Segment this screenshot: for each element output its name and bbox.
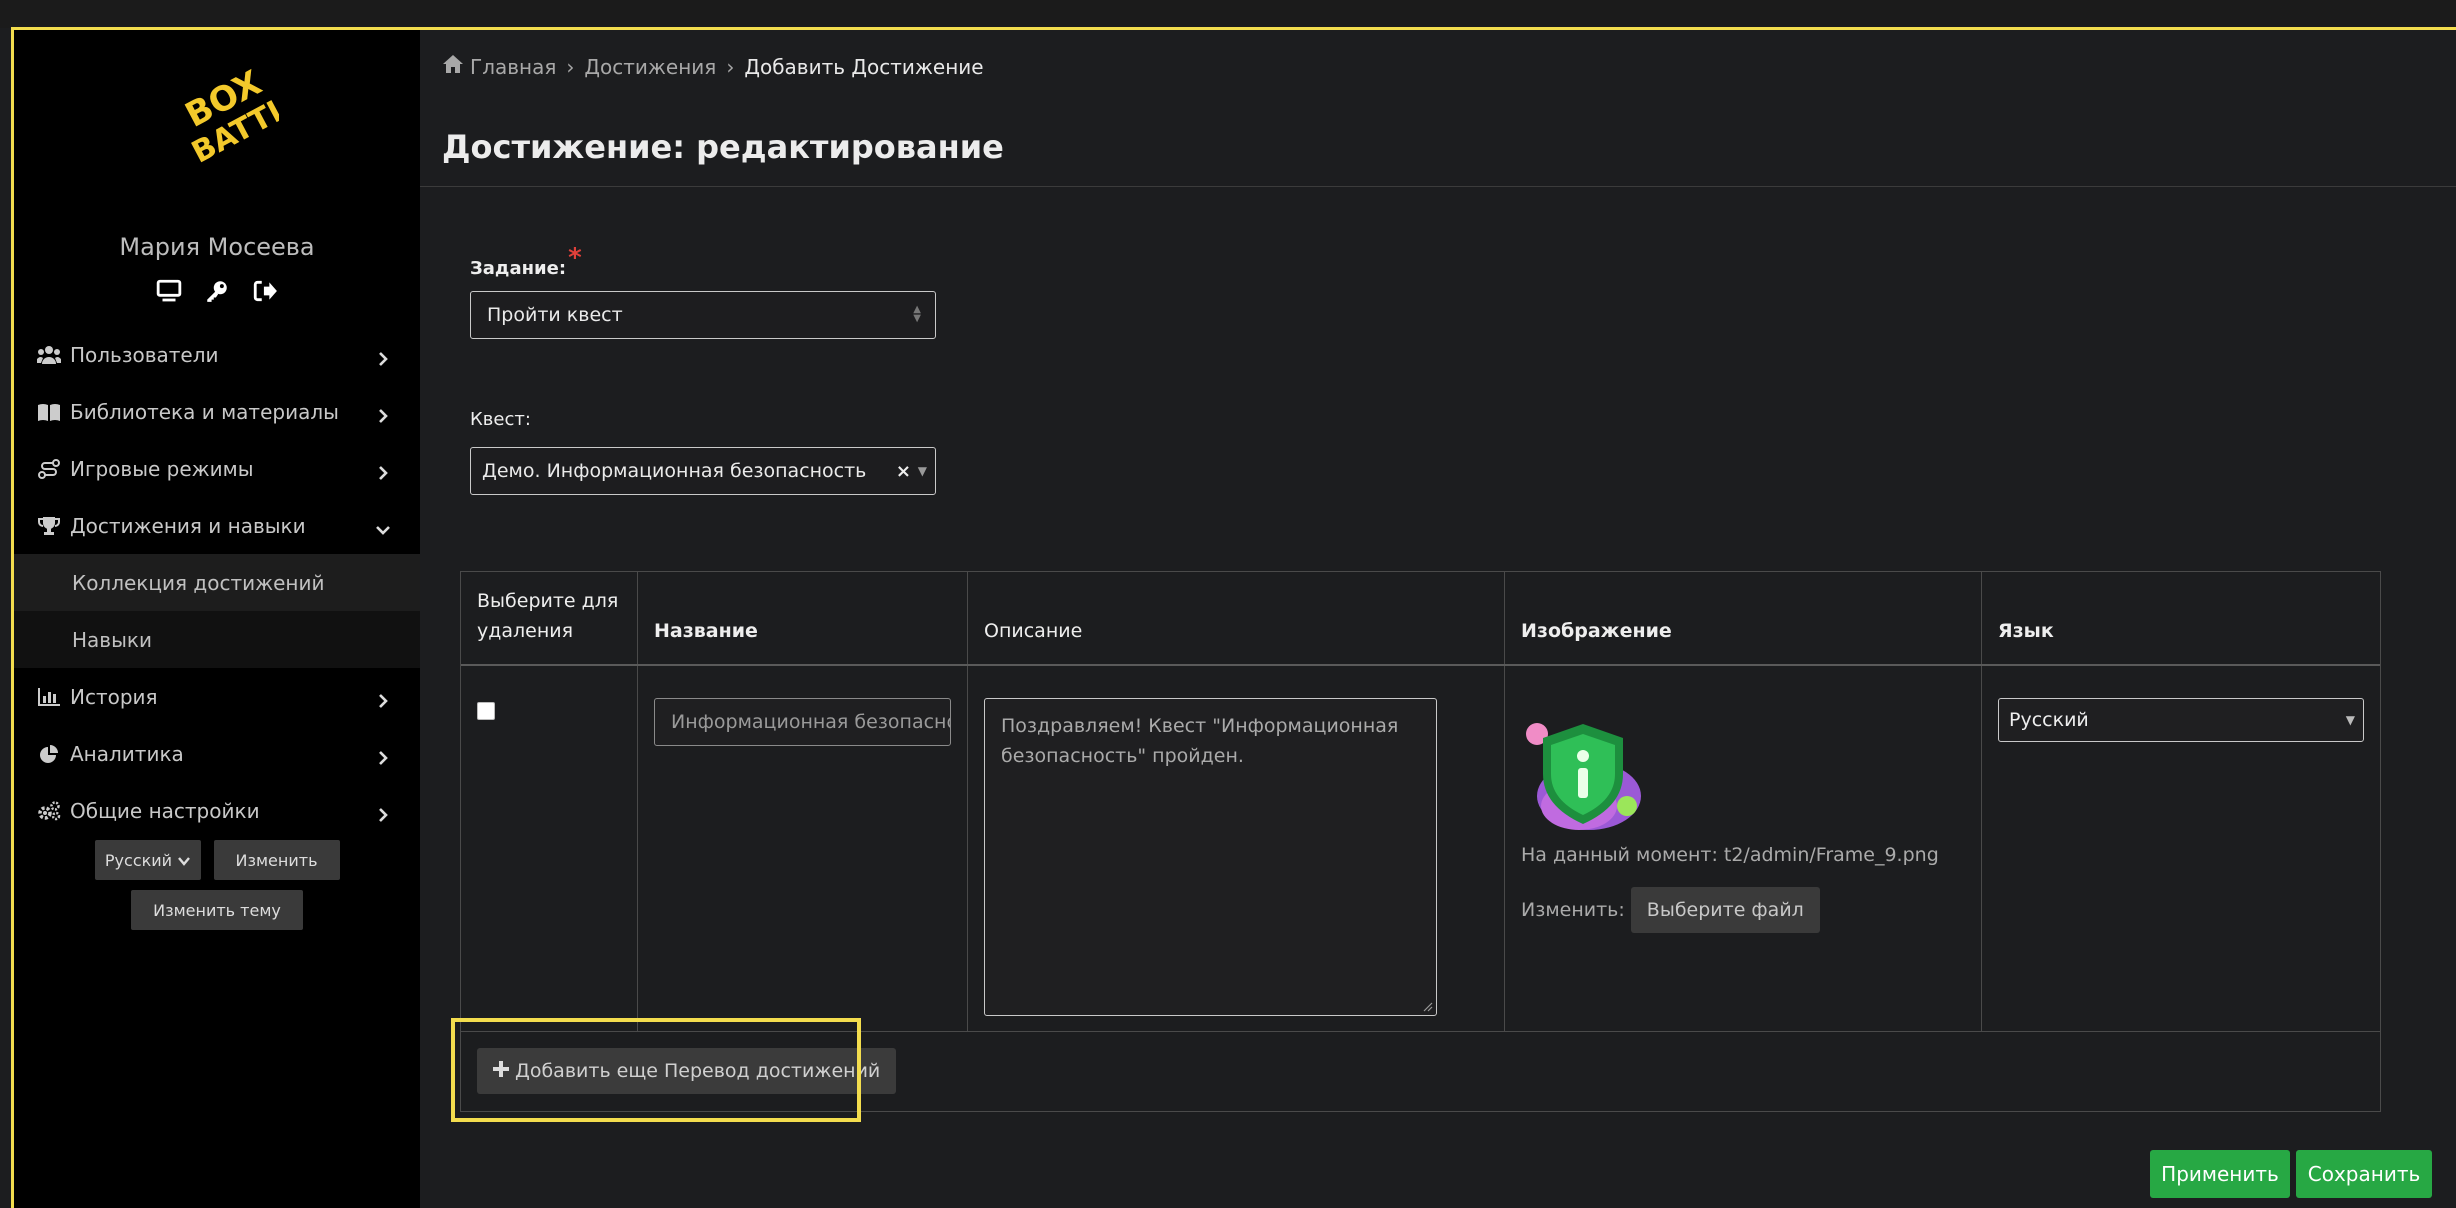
image-change-label: Изменить: — [1521, 899, 1625, 921]
sidebar-item-settings[interactable]: Общие настройки — [14, 782, 420, 839]
sidebar-subitem-label: Коллекция достижений — [72, 570, 325, 595]
select-arrows-icon: ▲ ▼ — [913, 304, 921, 324]
task-select[interactable]: Пройти квест ▲ ▼ — [470, 291, 936, 339]
apply-button[interactable]: Применить — [2150, 1150, 2290, 1198]
task-select-value: Пройти квест — [487, 304, 623, 326]
breadcrumb-home[interactable]: Главная — [442, 54, 556, 79]
chart-bar-icon — [36, 686, 62, 708]
header-select-for-delete: Выберите для удаления — [477, 586, 618, 646]
sidebar-subitem-skills[interactable]: Навыки — [14, 611, 420, 668]
monitor-icon[interactable] — [156, 278, 182, 304]
main-content: Главная › Достижения › Добавить Достижен… — [420, 30, 2456, 1208]
shield-info-icon — [1523, 714, 1649, 834]
language-select[interactable]: Русский — [94, 840, 201, 880]
sidebar-item-label: Игровые режимы — [70, 456, 254, 481]
breadcrumb-separator: › — [566, 54, 575, 79]
save-button[interactable]: Сохранить — [2296, 1150, 2432, 1198]
sidebar: BOX BATTLE Мария Мосеева Пользователи Би… — [14, 30, 420, 1208]
sidebar-item-label: Библиотека и материалы — [70, 399, 339, 424]
breadcrumb-achievements[interactable]: Достижения — [584, 55, 716, 79]
breadcrumb-current: Добавить Достижение — [744, 54, 984, 79]
cogs-icon — [36, 800, 62, 822]
book-icon — [36, 401, 62, 423]
quest-select[interactable]: Демо. Информационная безопасность × ▼ — [470, 447, 936, 495]
task-label-text: Задание: — [470, 258, 567, 279]
quest-select-value: Демо. Информационная безопасность — [482, 460, 867, 482]
sidebar-item-history[interactable]: История — [14, 668, 420, 725]
sidebar-controls: Русский Изменить Изменить тему — [14, 840, 420, 930]
sidebar-subitem-label: Навыки — [72, 627, 152, 652]
required-marker: * — [568, 243, 582, 273]
sidebar-nav: Пользователи Библиотека и материалы Игро… — [14, 326, 420, 839]
divider — [420, 186, 2456, 187]
header-description: Описание — [984, 620, 1083, 642]
sidebar-subitem-achievement-collection[interactable]: Коллекция достижений — [14, 554, 420, 611]
sidebar-item-achievements[interactable]: Достижения и навыки — [14, 497, 420, 554]
sidebar-item-library[interactable]: Библиотека и материалы — [14, 383, 420, 440]
image-change-row: Изменить: Выберите файл — [1521, 887, 1820, 933]
chevron-right-icon — [376, 803, 392, 822]
header-language: Язык — [1998, 620, 2054, 642]
header-image: Изображение — [1521, 620, 1672, 642]
delete-checkbox[interactable] — [477, 702, 495, 720]
breadcrumb-home-label: Главная — [470, 54, 557, 79]
description-text: Поздравляем! Квест "Информационная безоп… — [1001, 715, 1399, 767]
column-divider — [1504, 572, 1505, 1031]
chevron-right-icon — [376, 404, 392, 423]
user-name: Мария Мосеева — [119, 233, 315, 261]
name-input[interactable]: Информационная безопасность — [654, 698, 951, 746]
sidebar-item-label: Достижения и навыки — [70, 513, 306, 538]
language-select-value: Русский — [2009, 709, 2089, 731]
dropdown-arrow-icon[interactable]: ▼ — [918, 464, 927, 478]
breadcrumb-separator: › — [726, 54, 735, 79]
sidebar-item-analytics[interactable]: Аналитика — [14, 725, 420, 782]
users-icon — [36, 344, 62, 366]
sidebar-item-game-modes[interactable]: Игровые режимы — [14, 440, 420, 497]
resize-grip-icon[interactable] — [1421, 1000, 1433, 1012]
image-current-path: На данный момент: t2/admin/Frame_9.png — [1521, 844, 1939, 866]
header-text: удаления — [477, 620, 574, 642]
chevron-right-icon — [376, 461, 392, 480]
key-icon[interactable] — [204, 278, 230, 304]
chevron-down-icon — [376, 518, 392, 535]
change-theme-button[interactable]: Изменить тему — [131, 890, 303, 930]
top-strip — [0, 0, 2456, 28]
sign-out-icon[interactable] — [252, 278, 278, 304]
dropdown-arrow-icon: ▼ — [2345, 713, 2355, 727]
sidebar-item-label: История — [70, 684, 158, 709]
brand-logo[interactable]: BOX BATTLE — [169, 60, 313, 171]
header-name: Название — [654, 620, 758, 642]
route-icon — [36, 458, 62, 480]
choose-file-button[interactable]: Выберите файл — [1630, 887, 1820, 933]
header-text: Выберите для — [477, 590, 619, 612]
chevron-down-icon — [178, 851, 190, 870]
sidebar-item-users[interactable]: Пользователи — [14, 326, 420, 383]
clear-selection-icon[interactable]: × — [896, 461, 911, 482]
column-divider — [967, 572, 968, 1031]
chevron-right-icon — [376, 746, 392, 765]
description-textarea[interactable]: Поздравляем! Квест "Информационная безоп… — [984, 698, 1437, 1016]
language-select-value: Русский — [104, 850, 173, 870]
home-icon — [442, 54, 464, 79]
user-actions — [14, 278, 420, 304]
language-select[interactable]: Русский ▼ — [1998, 698, 2364, 742]
column-divider — [1981, 572, 1982, 1031]
sidebar-item-label: Аналитика — [70, 741, 184, 766]
task-label: Задание:* — [470, 243, 582, 281]
trophy-icon — [36, 515, 62, 537]
breadcrumb: Главная › Достижения › Добавить Достижен… — [442, 54, 984, 79]
focus-highlight — [451, 1018, 861, 1122]
sidebar-item-label: Общие настройки — [70, 798, 260, 823]
chart-pie-icon — [36, 743, 62, 765]
page-title: Достижение: редактирование — [442, 128, 1004, 166]
header-divider — [461, 664, 2380, 666]
chevron-right-icon — [376, 689, 392, 708]
quest-label: Квест: — [470, 409, 531, 430]
column-divider — [637, 572, 638, 1031]
chevron-right-icon — [376, 347, 392, 366]
change-language-button[interactable]: Изменить — [213, 840, 340, 880]
sidebar-item-label: Пользователи — [70, 342, 219, 367]
